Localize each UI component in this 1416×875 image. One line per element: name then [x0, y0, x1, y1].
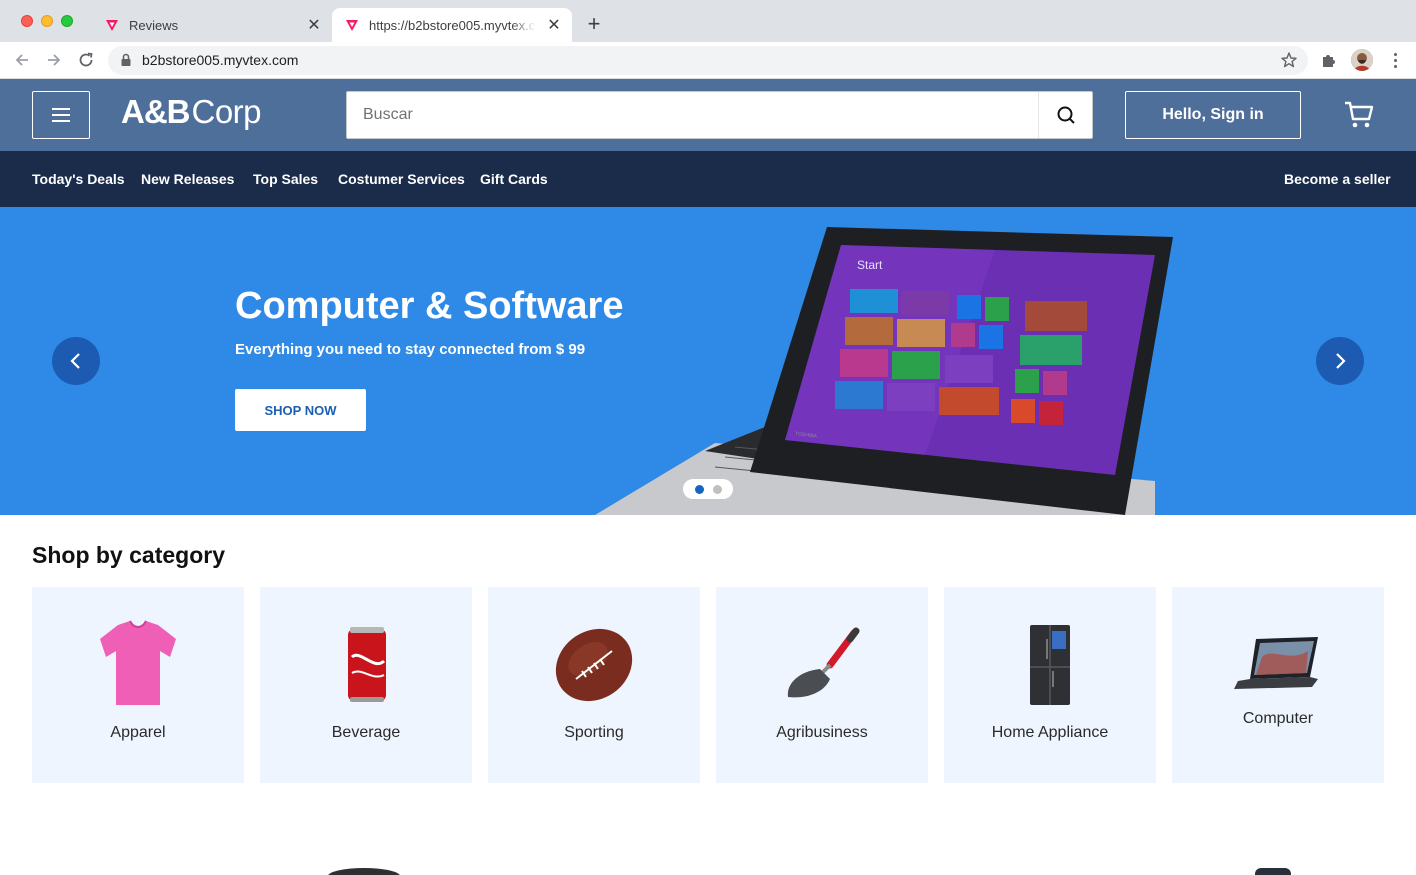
back-arrow-icon[interactable] [10, 48, 34, 72]
search-icon [1057, 106, 1075, 124]
shop-by-category-title: Shop by category [32, 542, 225, 568]
laptop-icon [1234, 637, 1318, 689]
become-seller-link[interactable]: Become a seller [1284, 171, 1391, 187]
search-button[interactable] [1038, 92, 1092, 138]
carousel-dot-2[interactable] [712, 484, 722, 494]
reload-icon[interactable] [74, 48, 98, 72]
category-label: Beverage [331, 724, 401, 741]
category-card-apparel[interactable]: Apparel [32, 587, 244, 783]
menu-item-new-releases[interactable]: New Releases [141, 171, 234, 187]
tab-title: https://b2bstore005.myvtex.com [369, 17, 536, 33]
soda-can-icon [348, 627, 386, 702]
search-bar [346, 91, 1093, 139]
browser-tab-reviews[interactable]: Reviews ✕ [92, 8, 332, 42]
vtex-favicon-icon [344, 17, 360, 33]
screen-start-text: Start [857, 258, 883, 272]
hamburger-menu-button[interactable] [32, 91, 90, 139]
browser-tab-bar: Reviews ✕ https://b2bstore005.myvtex.com… [0, 0, 1416, 42]
site-header: A&B Corp Hello, Sign in [0, 79, 1416, 151]
forward-arrow-icon[interactable] [42, 48, 66, 72]
tshirt-icon [100, 620, 176, 705]
category-card-home-appliance[interactable]: Home Appliance [944, 587, 1156, 783]
vtex-favicon-icon [104, 17, 120, 33]
chevron-right-icon [1336, 353, 1346, 369]
menu-item-costumer-services[interactable]: Costumer Services [338, 171, 465, 187]
carousel-next-button[interactable] [1316, 337, 1364, 385]
menu-item-top-sales[interactable]: Top Sales [253, 171, 318, 187]
hero-laptop-image[interactable]: Start TOSHIBA [595, 207, 1195, 515]
menu-item-todays-deals[interactable]: Today's Deals [32, 171, 125, 187]
category-label: Home Appliance [991, 724, 1109, 741]
category-label: Apparel [110, 724, 166, 741]
category-card-beverage[interactable]: Beverage [260, 587, 472, 783]
address-bar[interactable]: b2bstore005.myvtex.com [108, 46, 1308, 75]
carousel-prev-button[interactable] [52, 337, 100, 385]
url-text: b2bstore005.myvtex.com [142, 52, 299, 68]
carousel-dots [683, 479, 733, 499]
category-label: Agribusiness [776, 724, 868, 741]
hero-carousel: Start TOSHIBA Computer & Software Everyt… [0, 207, 1416, 515]
trowel-icon [787, 627, 860, 698]
category-card-sporting[interactable]: Sporting [488, 587, 700, 783]
logo-light-text: Corp [191, 93, 262, 130]
menu-item-gift-cards[interactable]: Gift Cards [480, 171, 548, 187]
hero-subtitle: Everything you need to stay connected fr… [235, 341, 586, 358]
store-logo[interactable]: A&B Corp [121, 93, 262, 133]
category-label: Computer [1242, 710, 1314, 727]
window-close-button[interactable] [21, 15, 33, 27]
bookmark-star-icon[interactable] [1280, 51, 1298, 74]
category-label: Sporting [564, 724, 624, 741]
product-image-peek [1255, 868, 1291, 875]
shopping-cart-icon [1345, 101, 1374, 128]
carousel-dot-1[interactable] [694, 484, 704, 494]
hamburger-icon [52, 108, 70, 122]
shop-now-button[interactable]: SHOP NOW [235, 389, 366, 431]
hero-title: Computer & Software [235, 285, 624, 327]
browser-tab-active[interactable]: https://b2bstore005.myvtex.com ✕ [332, 8, 572, 42]
category-card-agribusiness[interactable]: Agribusiness [716, 587, 928, 783]
window-minimize-button[interactable] [41, 15, 53, 27]
browser-toolbar: b2bstore005.myvtex.com [0, 42, 1416, 79]
cart-button[interactable] [1343, 100, 1375, 130]
new-tab-button[interactable]: + [582, 11, 606, 36]
refrigerator-icon [1030, 625, 1070, 705]
tab-close-icon[interactable]: ✕ [544, 15, 564, 35]
browser-menu-icon[interactable] [1385, 50, 1405, 70]
product-image-peek [328, 868, 400, 875]
lock-icon [120, 53, 132, 72]
football-icon [555, 628, 633, 702]
tab-title: Reviews [129, 17, 179, 33]
logo-bold-text: A&B [121, 93, 190, 130]
extensions-puzzle-icon[interactable] [1320, 51, 1338, 74]
sign-in-button[interactable]: Hello, Sign in [1125, 91, 1301, 139]
category-menu: Today's Deals New Releases Top Sales Cos… [0, 151, 1416, 207]
chevron-left-icon [70, 353, 80, 369]
profile-avatar[interactable] [1351, 49, 1373, 71]
tab-close-icon[interactable]: ✕ [304, 15, 324, 35]
window-zoom-button[interactable] [61, 15, 73, 27]
category-card-computer[interactable]: Computer [1172, 587, 1384, 783]
search-input[interactable] [347, 92, 1037, 138]
